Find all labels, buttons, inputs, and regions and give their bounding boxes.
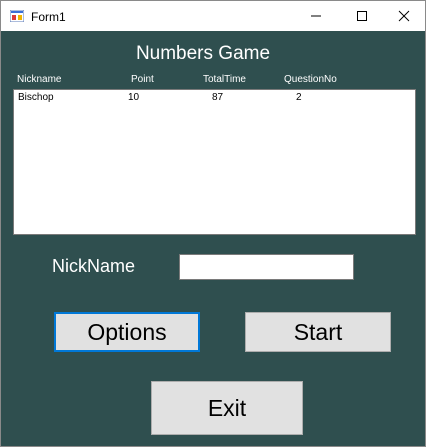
game-title: Numbers Game (135, 43, 271, 64)
form-client-area: Numbers Game Nickname Point TotalTime Qu… (1, 31, 425, 446)
nickname-input[interactable] (179, 254, 354, 280)
maximize-icon (357, 11, 367, 21)
title-bar[interactable]: Form1 (1, 1, 425, 31)
column-header-totaltime: TotalTime (203, 74, 246, 85)
column-header-questionno: QuestionNo (284, 74, 337, 85)
list-item[interactable]: Bischop 10 87 2 (14, 90, 415, 104)
minimize-button[interactable] (293, 1, 339, 31)
exit-button[interactable]: Exit (151, 381, 303, 435)
app-window: Form1 Numbers Game Nickname Point TotalT… (0, 0, 426, 447)
close-button[interactable] (381, 1, 426, 31)
minimize-icon (311, 15, 321, 17)
total-time-cell: 87 (212, 92, 224, 103)
column-header-point: Point (131, 74, 154, 85)
scores-listbox[interactable]: Bischop 10 87 2 (13, 89, 416, 235)
maximize-button[interactable] (339, 1, 385, 31)
point-cell: 10 (128, 92, 140, 103)
question-no-cell: 2 (296, 92, 302, 103)
nickname-label: NickName (52, 256, 136, 276)
window-title: Form1 (31, 10, 66, 24)
app-icon (10, 10, 24, 22)
close-icon (398, 10, 410, 22)
options-button[interactable]: Options (54, 312, 200, 352)
column-header-nickname: Nickname (17, 74, 62, 85)
start-button[interactable]: Start (245, 312, 391, 352)
nickname-cell: Bischop (18, 92, 54, 103)
